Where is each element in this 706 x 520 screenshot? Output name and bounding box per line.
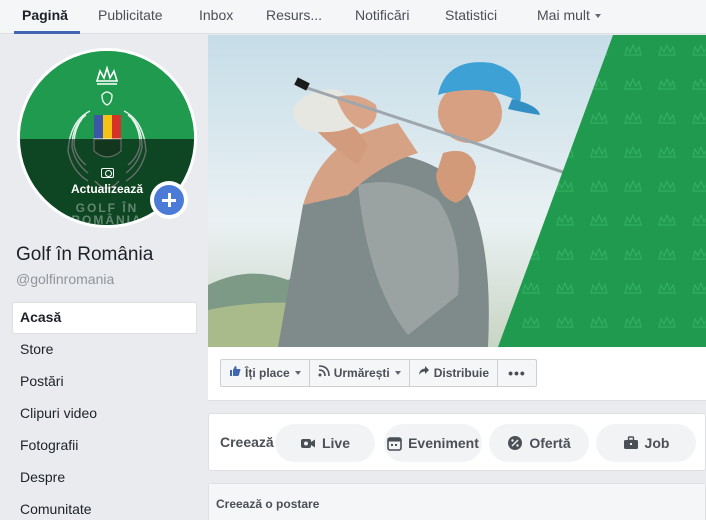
sidebar-item-photos[interactable]: Fotografii bbox=[12, 430, 197, 462]
sidebar-item-videos[interactable]: Clipuri video bbox=[12, 398, 197, 430]
create-live-button[interactable]: Live bbox=[275, 424, 375, 462]
follow-label: Urmărești bbox=[333, 366, 390, 380]
tab-more-label: Mai mult bbox=[537, 7, 590, 23]
create-post-header[interactable]: Creează o postare bbox=[209, 484, 705, 520]
tab-notifications[interactable]: Notificări bbox=[355, 0, 409, 34]
tab-insights[interactable]: Statistici bbox=[445, 0, 497, 34]
create-job-button[interactable]: Job bbox=[596, 424, 696, 462]
create-offer-button[interactable]: Ofertă bbox=[489, 424, 589, 462]
add-photo-button[interactable] bbox=[150, 181, 188, 219]
action-button-group: Îți place Urmărești Distribuie ••• bbox=[220, 359, 537, 387]
tab-more[interactable]: Mai mult bbox=[537, 0, 601, 34]
like-button[interactable]: Îți place bbox=[221, 360, 310, 386]
tab-inbox[interactable]: Inbox bbox=[199, 0, 233, 34]
thumbs-up-icon bbox=[229, 360, 241, 386]
chevron-down-icon bbox=[294, 371, 301, 375]
event-label: Eveniment bbox=[408, 435, 479, 451]
sidebar-item-community[interactable]: Comunitate bbox=[12, 494, 197, 520]
calendar-icon bbox=[387, 436, 402, 451]
golfer-cover-image bbox=[208, 35, 706, 347]
video-camera-icon bbox=[300, 436, 316, 450]
create-composer: Creează Live Eveniment Ofertă Job bbox=[208, 413, 706, 471]
page-sidebar-nav: Acasă Store Postări Clipuri video Fotogr… bbox=[12, 302, 197, 520]
page-tab-bar: Pagină Publicitate Inbox Resurs... Notif… bbox=[0, 0, 706, 34]
create-post-box: Creează o postare bbox=[208, 483, 706, 520]
offer-label: Ofertă bbox=[529, 435, 571, 451]
camera-icon bbox=[101, 168, 114, 178]
live-label: Live bbox=[321, 435, 350, 451]
page-title: Golf în România bbox=[16, 244, 154, 265]
chevron-down-icon bbox=[394, 371, 401, 375]
sidebar-item-store[interactable]: Store bbox=[12, 334, 197, 366]
percent-tag-icon bbox=[507, 435, 523, 451]
page-action-bar: Îți place Urmărești Distribuie ••• bbox=[208, 347, 706, 401]
chevron-down-icon bbox=[594, 14, 601, 19]
more-options-button[interactable]: ••• bbox=[498, 360, 536, 386]
create-label: Creează bbox=[220, 434, 274, 450]
tab-resources[interactable]: Resurs... bbox=[266, 0, 322, 34]
follow-button[interactable]: Urmărești bbox=[310, 360, 410, 386]
briefcase-icon bbox=[623, 436, 639, 450]
plus-icon bbox=[154, 185, 184, 215]
sidebar-item-home[interactable]: Acasă bbox=[12, 302, 197, 334]
share-arrow-icon bbox=[418, 360, 430, 386]
share-button[interactable]: Distribuie bbox=[410, 360, 499, 386]
like-label: Îți place bbox=[245, 366, 290, 380]
rss-icon bbox=[318, 360, 330, 386]
page-username[interactable]: @golfinromania bbox=[16, 271, 114, 287]
sidebar-item-about[interactable]: Despre bbox=[12, 462, 197, 494]
tab-advertising[interactable]: Publicitate bbox=[98, 0, 163, 34]
tab-page[interactable]: Pagină bbox=[14, 0, 80, 34]
create-post-label: Creează o postare bbox=[216, 497, 320, 511]
share-label: Distribuie bbox=[433, 366, 490, 380]
create-event-button[interactable]: Eveniment bbox=[384, 424, 482, 462]
job-label: Job bbox=[644, 435, 670, 451]
cover-photo[interactable] bbox=[208, 35, 706, 347]
sidebar-item-posts[interactable]: Postări bbox=[12, 366, 197, 398]
